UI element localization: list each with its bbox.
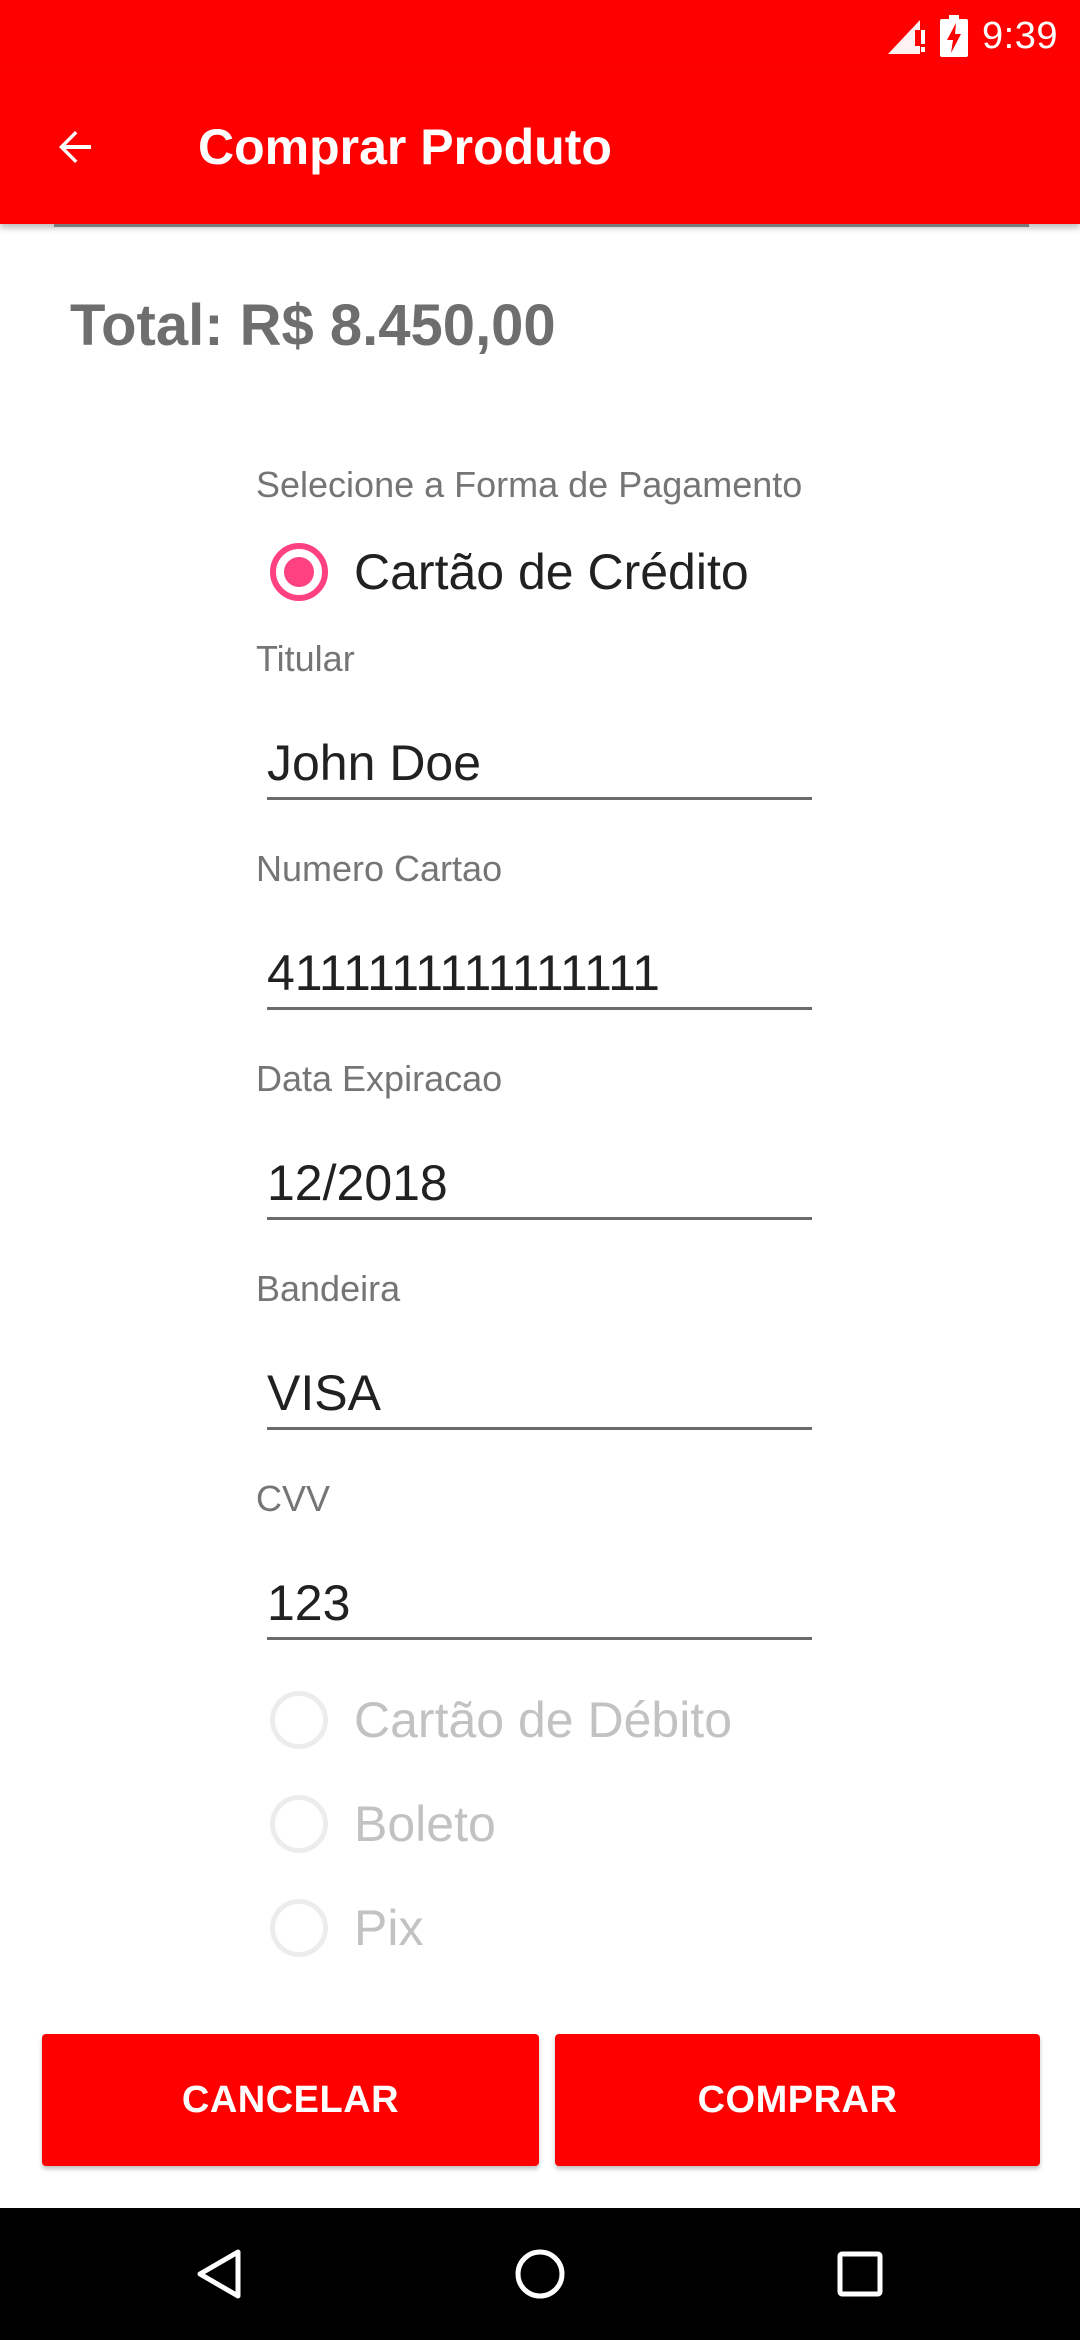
status-bar: 9:39 [0,0,1080,72]
cvv-label: CVV [256,1478,331,1519]
radio-debit-card[interactable]: Cartão de Débito [270,1684,732,1756]
status-icons: 9:39 [886,10,1058,62]
arrow-back-icon [59,131,91,163]
purchase-screen: 9:39 Comprar Produto Total: R$ 8.450,00 … [0,0,1080,2340]
radio-label: Cartão de Débito [354,1692,733,1748]
signal-icon [888,20,926,54]
cvv-input[interactable]: 123 [267,1572,812,1640]
nav-home-icon [515,2249,565,2299]
payment-section-label: Selecione a Forma de Pagamento [256,464,803,505]
radio-unchecked-icon [270,1795,328,1853]
app-bar: Comprar Produto [0,72,1080,224]
nav-recents-button[interactable] [810,2224,910,2324]
card-number-label: Numero Cartao [256,848,503,889]
radio-pix[interactable]: Pix [270,1892,423,1964]
nav-recents-icon [837,2251,883,2297]
card-number-input[interactable]: 4111111111111111 [267,942,812,1010]
nav-home-button[interactable] [490,2224,590,2324]
radio-label: Boleto [354,1796,496,1852]
card-brand-label: Bandeira [256,1268,401,1309]
total-amount: Total: R$ 8.450,00 [70,293,556,358]
radio-checked-icon [270,543,328,601]
radio-label: Pix [354,1900,424,1956]
page-title: Comprar Produto [198,119,612,175]
buy-button[interactable]: COMPRAR [555,2034,1040,2166]
battery-charging-icon [940,15,969,57]
radio-unchecked-icon [270,1899,328,1957]
nav-back-icon [197,2249,241,2299]
header-divider [54,224,1029,227]
nav-back-button[interactable] [170,2224,270,2324]
card-brand-input[interactable]: VISA [267,1362,812,1430]
expiry-date-input[interactable]: 12/2018 [267,1152,812,1220]
radio-boleto[interactable]: Boleto [270,1788,496,1860]
expiry-date-label: Data Expiracao [256,1058,503,1099]
cancel-button[interactable]: CANCELAR [42,2034,539,2166]
back-button[interactable] [30,102,120,192]
titular-label: Titular [256,638,355,679]
radio-credit-card[interactable]: Cartão de Crédito [270,536,749,608]
titular-input[interactable]: John Doe [267,732,812,800]
system-nav-bar [0,2208,1080,2340]
radio-unchecked-icon [270,1691,328,1749]
radio-label: Cartão de Crédito [354,544,749,600]
status-clock: 9:39 [982,14,1058,57]
